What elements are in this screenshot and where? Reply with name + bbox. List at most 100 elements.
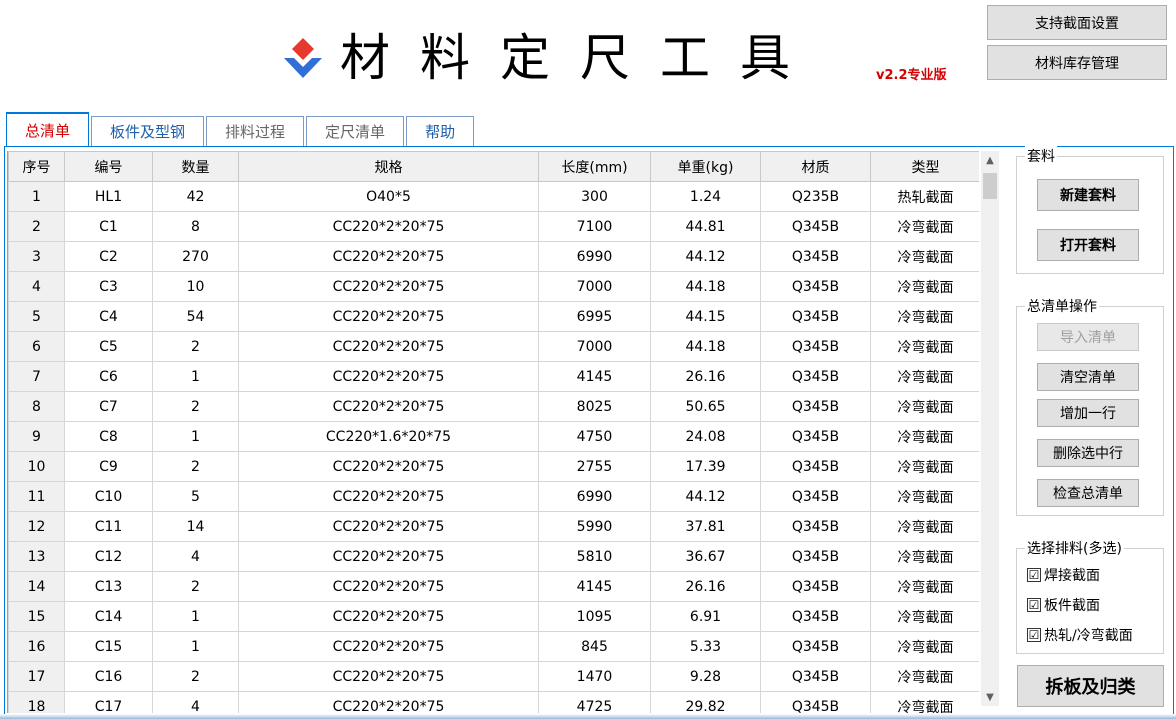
table-cell[interactable]: 冷弯截面 (870, 541, 979, 572)
table-cell[interactable]: 44.12 (650, 241, 761, 272)
table-cell[interactable]: CC220*2*20*75 (238, 481, 539, 512)
tab-cut-list[interactable]: 定尺清单 (306, 116, 405, 146)
table-cell[interactable]: HL1 (64, 181, 153, 212)
table-row[interactable]: 2 C1 8 CC220*2*20*75 7100 44.81 Q345B 冷弯截面 (8, 211, 979, 242)
table-cell[interactable]: Q345B (760, 691, 871, 713)
table-cell[interactable]: Q345B (760, 661, 871, 692)
table-cell[interactable]: 2 (152, 661, 239, 692)
table-cell[interactable]: Q235B (760, 181, 871, 212)
table-cell[interactable]: 845 (538, 631, 651, 662)
table-cell[interactable]: C16 (64, 661, 153, 692)
table-row[interactable]: 10 C9 2 CC220*2*20*75 2755 17.39 Q345B 冷弯截面 (8, 451, 979, 482)
table-cell[interactable]: 8 (152, 211, 239, 242)
table-cell[interactable]: 4145 (538, 571, 651, 602)
row-number-cell[interactable]: 3 (8, 241, 65, 272)
table-row[interactable]: 5 C4 54 CC220*2*20*75 6995 44.15 Q345B 冷弯截面 (8, 301, 979, 332)
table-cell[interactable]: CC220*2*20*75 (238, 331, 539, 362)
tab-plates-and-sections[interactable]: 板件及型钢 (91, 116, 205, 146)
grid-vertical-scrollbar[interactable]: ▲ ▼ (981, 151, 999, 706)
table-cell[interactable]: Q345B (760, 571, 871, 602)
table-cell[interactable]: 冷弯截面 (870, 241, 979, 272)
table-cell[interactable]: Q345B (760, 211, 871, 242)
table-cell[interactable]: C5 (64, 331, 153, 362)
table-cell[interactable]: 1.24 (650, 181, 761, 212)
table-row[interactable]: 13 C12 4 CC220*2*20*75 5810 36.67 Q345B 冷弯截面 (8, 541, 979, 572)
table-cell[interactable]: 42 (152, 181, 239, 212)
table-cell[interactable]: 1 (152, 421, 239, 452)
table-cell[interactable]: 7000 (538, 331, 651, 362)
table-cell[interactable]: 7100 (538, 211, 651, 242)
table-cell[interactable]: 50.65 (650, 391, 761, 422)
table-row[interactable]: 1 HL1 42 O40*5 300 1.24 Q235B 热轧截面 (8, 181, 979, 212)
import-list-button[interactable]: 导入清单 (1037, 323, 1139, 351)
row-number-cell[interactable]: 14 (8, 571, 65, 602)
row-number-cell[interactable]: 7 (8, 361, 65, 392)
table-cell[interactable]: CC220*2*20*75 (238, 301, 539, 332)
table-cell[interactable]: CC220*2*20*75 (238, 391, 539, 422)
table-cell[interactable]: 冷弯截面 (870, 451, 979, 482)
table-row[interactable]: 16 C15 1 CC220*2*20*75 845 5.33 Q345B 冷弯截面 (8, 631, 979, 662)
open-nesting-button[interactable]: 打开套料 (1037, 229, 1139, 261)
row-number-cell[interactable]: 1 (8, 181, 65, 212)
table-cell[interactable]: 7000 (538, 271, 651, 302)
table-cell[interactable]: CC220*2*20*75 (238, 691, 539, 713)
table-cell[interactable]: 6.91 (650, 601, 761, 632)
table-cell[interactable]: CC220*2*20*75 (238, 631, 539, 662)
row-number-cell[interactable]: 18 (8, 691, 65, 713)
table-cell[interactable]: Q345B (760, 391, 871, 422)
scroll-down-icon[interactable]: ▼ (981, 688, 999, 706)
row-number-cell[interactable]: 13 (8, 541, 65, 572)
table-cell[interactable]: 44.12 (650, 481, 761, 512)
table-cell[interactable]: C3 (64, 271, 153, 302)
table-cell[interactable]: 1 (152, 601, 239, 632)
table-cell[interactable]: C2 (64, 241, 153, 272)
table-cell[interactable]: Q345B (760, 421, 871, 452)
split-and-classify-button[interactable]: 拆板及归类 (1017, 665, 1164, 707)
table-row[interactable]: 15 C14 1 CC220*2*20*75 1095 6.91 Q345B 冷弯截面 (8, 601, 979, 632)
welded-section-checkbox[interactable]: ☑ 焊接截面 (1027, 565, 1100, 585)
table-cell[interactable]: Q345B (760, 361, 871, 392)
table-cell[interactable]: 5.33 (650, 631, 761, 662)
table-cell[interactable]: 2 (152, 331, 239, 362)
hot-cold-section-checkbox[interactable]: ☑ 热轧/冷弯截面 (1027, 625, 1133, 645)
table-cell[interactable]: 2 (152, 571, 239, 602)
table-cell[interactable]: 2 (152, 451, 239, 482)
table-cell[interactable]: CC220*2*20*75 (238, 271, 539, 302)
table-cell[interactable]: 5810 (538, 541, 651, 572)
table-cell[interactable]: 6995 (538, 301, 651, 332)
table-cell[interactable]: 24.08 (650, 421, 761, 452)
table-cell[interactable]: 44.15 (650, 301, 761, 332)
table-cell[interactable]: Q345B (760, 631, 871, 662)
table-cell[interactable]: 冷弯截面 (870, 571, 979, 602)
column-header[interactable]: 序号 (8, 151, 65, 182)
column-header[interactable]: 编号 (64, 151, 153, 182)
row-number-cell[interactable]: 16 (8, 631, 65, 662)
row-number-cell[interactable]: 8 (8, 391, 65, 422)
row-number-cell[interactable]: 11 (8, 481, 65, 512)
table-row[interactable]: 7 C6 1 CC220*2*20*75 4145 26.16 Q345B 冷弯截面 (8, 361, 979, 392)
table-row[interactable]: 8 C7 2 CC220*2*20*75 8025 50.65 Q345B 冷弯截面 (8, 391, 979, 422)
table-row[interactable]: 12 C11 14 CC220*2*20*75 5990 37.81 Q345B 冷弯截面 (8, 511, 979, 542)
column-header[interactable]: 规格 (238, 151, 539, 182)
table-row[interactable]: 6 C5 2 CC220*2*20*75 7000 44.18 Q345B 冷弯截面 (8, 331, 979, 362)
table-cell[interactable]: 54 (152, 301, 239, 332)
table-row[interactable]: 11 C10 5 CC220*2*20*75 6990 44.12 Q345B 冷弯截面 (8, 481, 979, 512)
table-cell[interactable]: Q345B (760, 511, 871, 542)
column-header[interactable]: 数量 (152, 151, 239, 182)
tab-help[interactable]: 帮助 (406, 116, 475, 146)
table-cell[interactable]: 1470 (538, 661, 651, 692)
table-cell[interactable]: C11 (64, 511, 153, 542)
table-cell[interactable]: C4 (64, 301, 153, 332)
table-cell[interactable]: CC220*2*20*75 (238, 571, 539, 602)
table-cell[interactable]: 8025 (538, 391, 651, 422)
row-number-cell[interactable]: 2 (8, 211, 65, 242)
table-cell[interactable]: 6990 (538, 481, 651, 512)
table-cell[interactable]: C13 (64, 571, 153, 602)
table-cell[interactable]: 44.18 (650, 271, 761, 302)
table-cell[interactable]: CC220*1.6*20*75 (238, 421, 539, 452)
table-cell[interactable]: 冷弯截面 (870, 271, 979, 302)
row-number-cell[interactable]: 9 (8, 421, 65, 452)
column-header[interactable]: 长度(mm) (538, 151, 651, 182)
table-cell[interactable]: 冷弯截面 (870, 661, 979, 692)
row-number-cell[interactable]: 17 (8, 661, 65, 692)
